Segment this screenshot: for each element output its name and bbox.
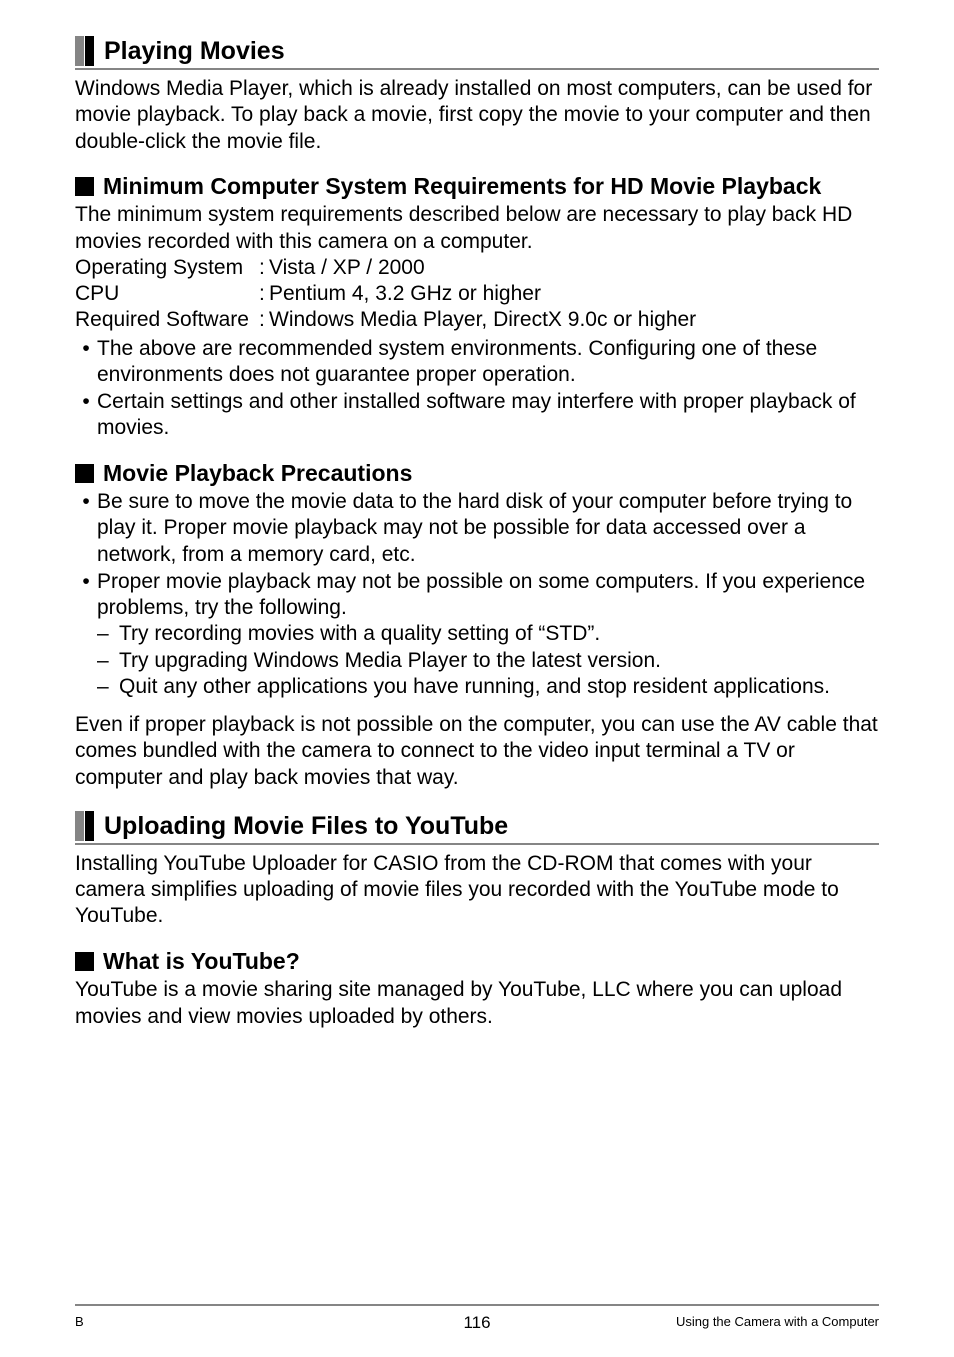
section-heading-playing-movies: Playing Movies — [75, 36, 879, 70]
list-item: • Be sure to move the movie data to the … — [75, 489, 879, 568]
spec-row-os: Operating System : Vista / XP / 2000 — [75, 255, 879, 281]
bullet-text: Be sure to move the movie data to the ha… — [97, 489, 879, 568]
sub1-bullets: • The above are recommended system envir… — [75, 336, 879, 442]
sub2-closing: Even if proper playback is not possible … — [75, 712, 879, 791]
heading-bar-inner-icon — [85, 36, 94, 66]
spec-row-cpu: CPU : Pentium 4, 3.2 GHz or higher — [75, 281, 879, 307]
bullet-dot-icon: • — [75, 489, 97, 568]
subheading-title: Minimum Computer System Requirements for… — [103, 173, 821, 201]
bullet-text: Certain settings and other installed sof… — [97, 389, 879, 442]
section-heading-uploading: Uploading Movie Files to YouTube — [75, 811, 879, 845]
bullet-dot-icon: • — [75, 336, 97, 389]
section2-intro: Installing YouTube Uploader for CASIO fr… — [75, 851, 879, 930]
heading-bar-outer-icon — [75, 36, 84, 66]
spec-label: CPU — [75, 281, 259, 307]
dash-icon: – — [97, 621, 119, 647]
page-footer: B 116 Using the Camera with a Computer — [75, 1304, 879, 1333]
page-number: 116 — [343, 1312, 611, 1333]
subheading-title: Movie Playback Precautions — [103, 460, 412, 488]
dash-text: Quit any other applications you have run… — [119, 674, 830, 700]
bullet-text: The above are recommended system environ… — [97, 336, 879, 389]
spec-value: Windows Media Player, DirectX 9.0c or hi… — [269, 307, 879, 333]
square-bullet-icon — [75, 952, 94, 971]
footer-right: Using the Camera with a Computer — [611, 1314, 879, 1330]
section-title: Uploading Movie Files to YouTube — [104, 811, 508, 841]
list-sub-item: – Quit any other applications you have r… — [75, 674, 879, 700]
subheading-what-is-youtube: What is YouTube? — [75, 948, 879, 976]
spec-colon: : — [259, 281, 269, 307]
spec-colon: : — [259, 307, 269, 333]
subheading-min-requirements: Minimum Computer System Requirements for… — [75, 173, 879, 201]
list-item: • The above are recommended system envir… — [75, 336, 879, 389]
sub1-lead: The minimum system requirements describe… — [75, 202, 879, 255]
dash-text: Try recording movies with a quality sett… — [119, 621, 600, 647]
bullet-dot-icon: • — [75, 569, 97, 622]
list-sub-item: – Try recording movies with a quality se… — [75, 621, 879, 647]
spec-label: Operating System — [75, 255, 259, 281]
list-item: • Proper movie playback may not be possi… — [75, 569, 879, 622]
footer-left: B — [75, 1314, 343, 1330]
square-bullet-icon — [75, 464, 94, 483]
heading-bar-inner-icon — [85, 811, 94, 841]
spec-row-software: Required Software : Windows Media Player… — [75, 307, 879, 333]
list-item: • Certain settings and other installed s… — [75, 389, 879, 442]
subheading-title: What is YouTube? — [103, 948, 300, 976]
bullet-dot-icon: • — [75, 389, 97, 442]
section-title: Playing Movies — [104, 36, 285, 66]
sub2-bullets: • Be sure to move the movie data to the … — [75, 489, 879, 700]
youtube-text: YouTube is a movie sharing site managed … — [75, 977, 879, 1030]
list-sub-item: – Try upgrading Windows Media Player to … — [75, 648, 879, 674]
dash-icon: – — [97, 648, 119, 674]
subheading-playback-precautions: Movie Playback Precautions — [75, 460, 879, 488]
spec-label: Required Software — [75, 307, 259, 333]
spec-value: Vista / XP / 2000 — [269, 255, 879, 281]
section1-intro: Windows Media Player, which is already i… — [75, 76, 879, 155]
bullet-text: Proper movie playback may not be possibl… — [97, 569, 879, 622]
spec-colon: : — [259, 255, 269, 281]
square-bullet-icon — [75, 177, 94, 196]
heading-bar-outer-icon — [75, 811, 84, 841]
dash-icon: – — [97, 674, 119, 700]
spec-value: Pentium 4, 3.2 GHz or higher — [269, 281, 879, 307]
dash-text: Try upgrading Windows Media Player to th… — [119, 648, 661, 674]
